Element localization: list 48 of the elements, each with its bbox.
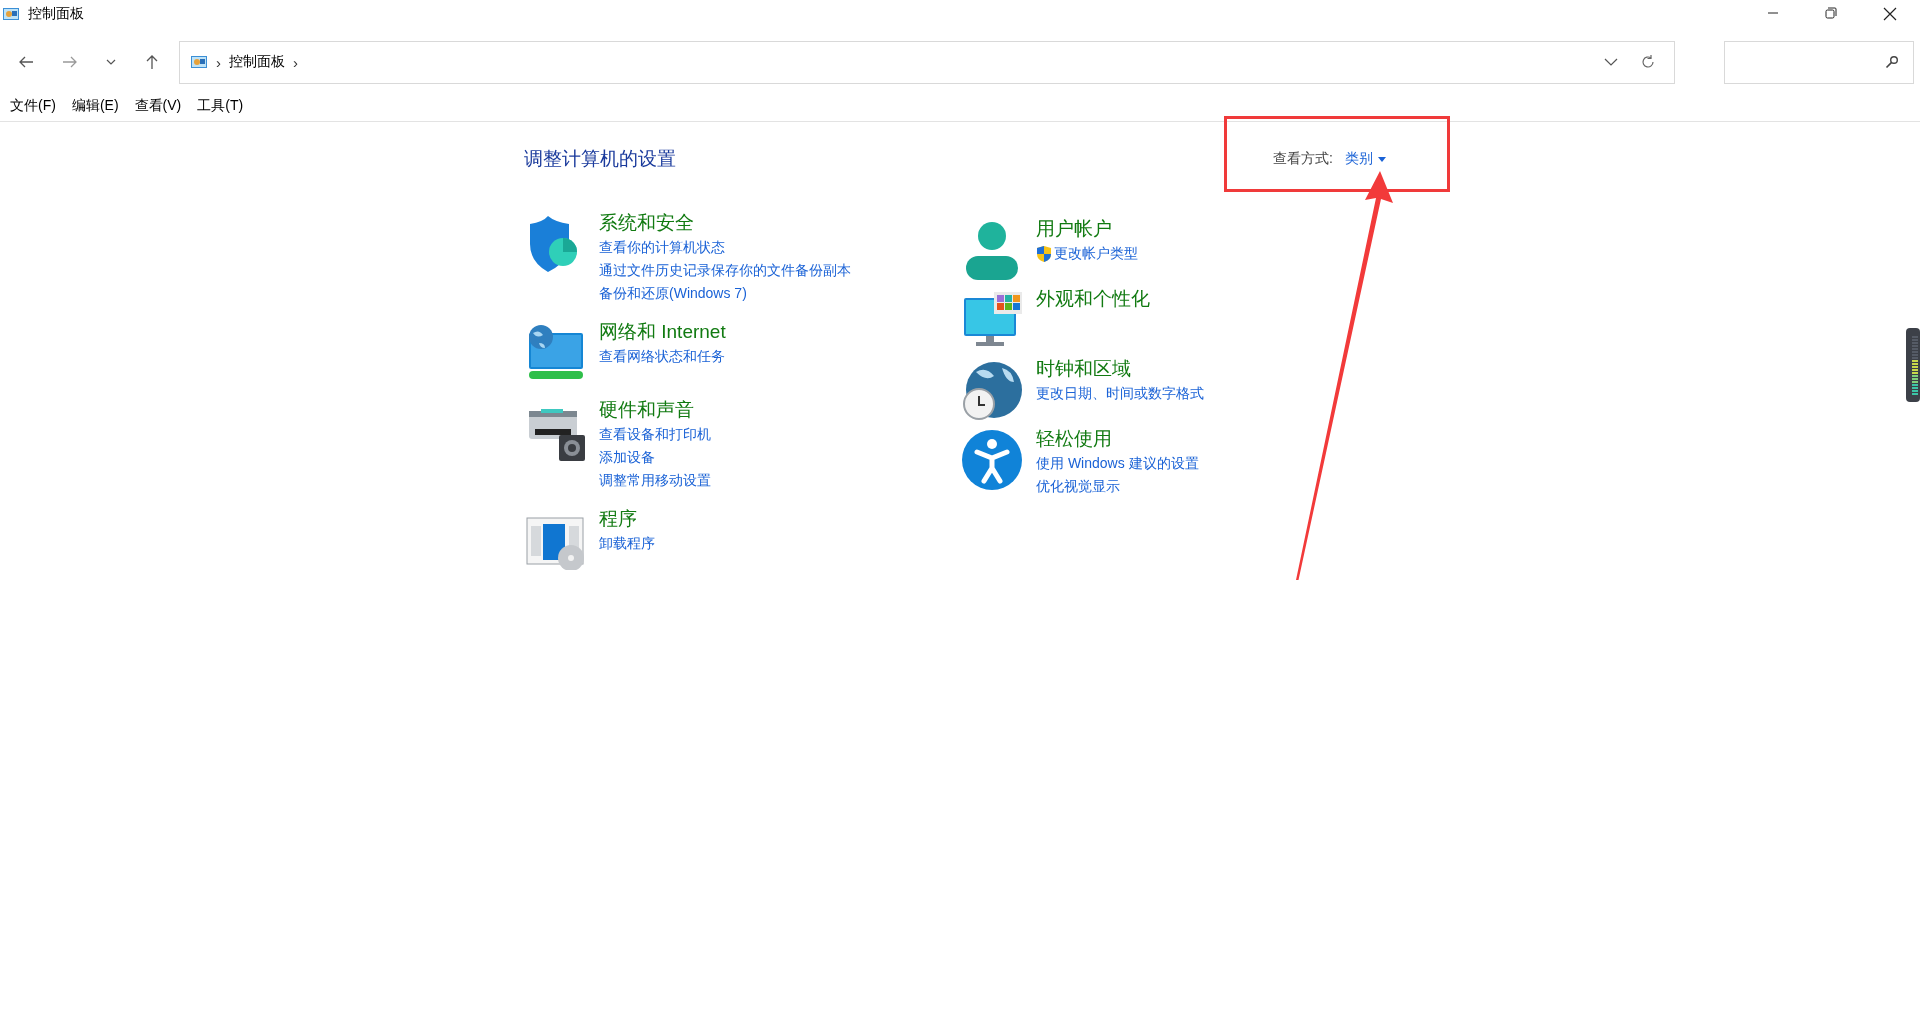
address-bar[interactable]: › 控制面板 ›: [179, 40, 1675, 84]
search-field[interactable]: [1724, 40, 1914, 84]
control-panel-icon: [190, 53, 208, 71]
task-link[interactable]: 优化视觉显示: [1036, 475, 1120, 498]
task-link[interactable]: 查看设备和打印机: [599, 423, 711, 446]
category-link[interactable]: 程序: [599, 506, 637, 532]
dropdown-icon[interactable]: [1604, 58, 1618, 66]
page-heading: 调整计算机的设置: [524, 147, 676, 171]
task-link[interactable]: 调整常用移动设置: [599, 469, 711, 492]
ease-icon: [962, 430, 1022, 490]
refresh-icon[interactable]: [1640, 54, 1656, 70]
menu-item[interactable]: 文件(F): [10, 97, 56, 115]
back-icon[interactable]: [18, 54, 34, 70]
breadcrumb-separator[interactable]: ›: [293, 53, 298, 71]
task-link[interactable]: 更改日期、时间或数字格式: [1036, 382, 1204, 405]
view-by-label: 查看方式:: [1273, 150, 1333, 168]
shield-icon: [1036, 244, 1052, 263]
task-link[interactable]: 卸载程序: [599, 532, 655, 555]
category-link[interactable]: 用户帐户: [1036, 216, 1112, 242]
control-panel-icon: [2, 5, 20, 23]
category-link[interactable]: 时钟和区域: [1036, 356, 1131, 382]
forward-icon[interactable]: [62, 54, 78, 70]
task-link[interactable]: 查看你的计算机状态: [599, 236, 725, 259]
recent-locations-icon[interactable]: [106, 58, 116, 66]
breadcrumb-item[interactable]: 控制面板: [229, 53, 285, 71]
category-link[interactable]: 网络和 Internet: [599, 319, 726, 345]
task-link[interactable]: 通过文件历史记录保存你的文件备份副本: [599, 259, 851, 282]
task-link[interactable]: 更改帐户类型: [1054, 242, 1138, 265]
menu-item[interactable]: 查看(V): [134, 97, 182, 115]
category-link[interactable]: 硬件和声音: [599, 397, 694, 423]
task-link[interactable]: 查看网络状态和任务: [599, 345, 725, 368]
clock-icon: [962, 360, 1022, 420]
category-link[interactable]: 系统和安全: [599, 210, 694, 236]
task-link[interactable]: 备份和还原(Windows 7): [599, 282, 747, 305]
search-icon: [1885, 55, 1899, 69]
category-link[interactable]: 外观和个性化: [1036, 286, 1150, 312]
menu-item[interactable]: 工具(T): [197, 97, 244, 115]
task-link[interactable]: 使用 Windows 建议的设置: [1036, 452, 1199, 475]
restore-icon[interactable]: [1825, 7, 1837, 19]
up-icon[interactable]: [144, 54, 160, 70]
close-icon[interactable]: [1883, 7, 1897, 21]
window-title: 控制面板: [28, 5, 84, 23]
menu-item[interactable]: 编辑(E): [71, 97, 119, 115]
category-link[interactable]: 轻松使用: [1036, 426, 1112, 452]
task-link[interactable]: 添加设备: [599, 446, 655, 469]
breadcrumb-separator[interactable]: ›: [216, 53, 221, 71]
view-by-dropdown[interactable]: 类别: [1345, 150, 1386, 168]
caret-icon: [1378, 156, 1386, 162]
